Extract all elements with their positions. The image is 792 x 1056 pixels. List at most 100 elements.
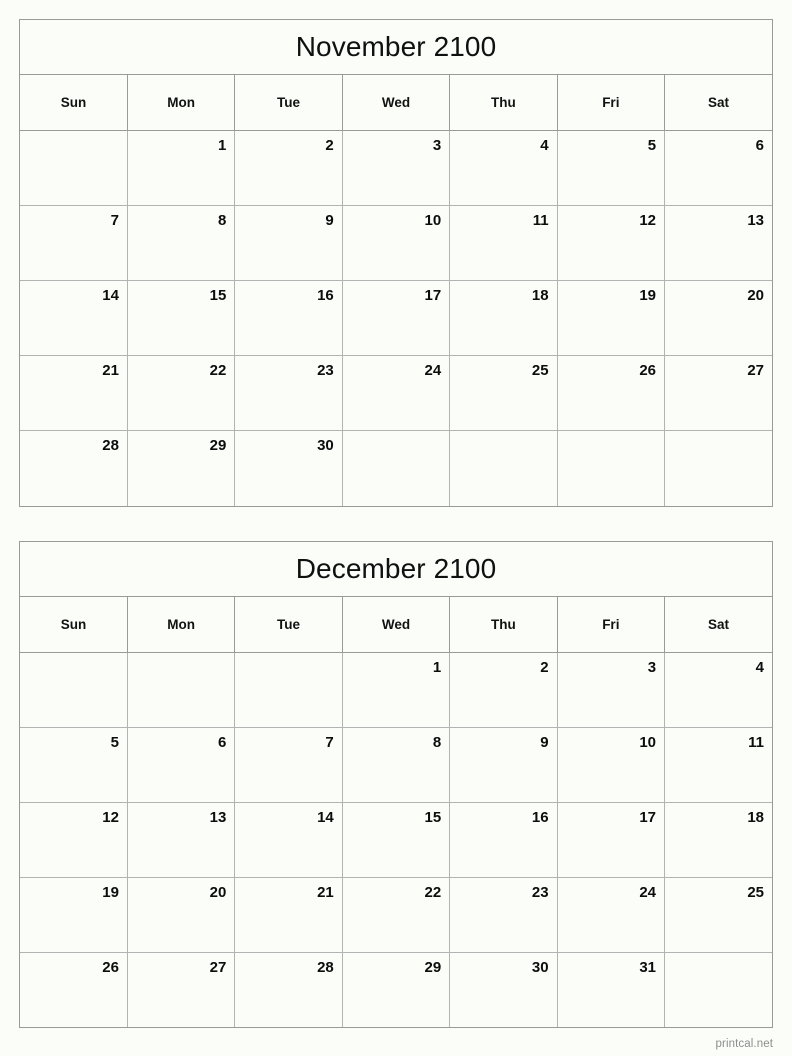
day-cell[interactable]: 4: [449, 130, 558, 206]
day-cell[interactable]: 10: [342, 205, 451, 281]
day-cell[interactable]: 1: [342, 652, 451, 728]
day-number: 12: [102, 808, 119, 826]
day-number: 5: [647, 137, 657, 154]
day-cell[interactable]: 12: [557, 205, 666, 281]
day-number: 25: [747, 883, 764, 901]
day-number: 6: [755, 137, 764, 154]
day-cell[interactable]: 7: [20, 205, 128, 281]
weekday-header-sat: Sat: [664, 596, 772, 653]
day-cell[interactable]: [664, 430, 772, 506]
day-cell[interactable]: 30: [449, 952, 558, 1027]
day-number: 19: [102, 883, 119, 901]
day-number: 4: [540, 137, 549, 154]
day-cell[interactable]: 19: [557, 280, 666, 356]
week-row: 5 6 7 8 9 10 11: [20, 727, 772, 803]
day-cell[interactable]: 24: [557, 877, 666, 953]
day-cell[interactable]: 26: [20, 952, 128, 1027]
weekday-header-row: Sun Mon Tue Wed Thu Fri Sat: [20, 75, 772, 131]
day-number: 31: [639, 958, 657, 976]
day-cell[interactable]: 23: [234, 355, 343, 431]
day-cell[interactable]: 22: [342, 877, 451, 953]
day-cell[interactable]: 27: [127, 952, 236, 1027]
day-cell[interactable]: 5: [557, 130, 666, 206]
day-cell[interactable]: 3: [557, 652, 666, 728]
day-cell[interactable]: 17: [557, 802, 666, 878]
day-cell[interactable]: [234, 652, 343, 728]
day-number: 1: [432, 658, 442, 676]
day-cell[interactable]: 15: [342, 802, 451, 878]
weekday-header-wed: Wed: [342, 75, 451, 131]
week-row: 1 2 3 4 5 6: [20, 130, 772, 206]
day-cell[interactable]: 17: [342, 280, 451, 356]
day-cell[interactable]: 30: [234, 430, 343, 506]
week-row: 28 29 30: [20, 430, 772, 506]
day-cell[interactable]: 14: [20, 280, 128, 356]
day-cell[interactable]: 3: [342, 130, 451, 206]
day-cell[interactable]: [557, 430, 666, 506]
day-cell[interactable]: 18: [664, 802, 772, 878]
day-cell[interactable]: 25: [449, 355, 558, 431]
day-cell[interactable]: 19: [20, 877, 128, 953]
day-number: 8: [218, 212, 227, 229]
day-cell[interactable]: 29: [127, 430, 236, 506]
day-cell[interactable]: 11: [664, 727, 772, 803]
day-cell[interactable]: [664, 952, 772, 1027]
day-cell[interactable]: 21: [20, 355, 128, 431]
day-cell[interactable]: 28: [234, 952, 343, 1027]
day-cell[interactable]: 11: [449, 205, 558, 281]
day-number: 7: [110, 212, 119, 229]
week-row: 26 27 28 29 30 31: [20, 952, 772, 1027]
day-number: 27: [747, 362, 764, 379]
day-cell[interactable]: 25: [664, 877, 772, 953]
day-cell[interactable]: 7: [234, 727, 343, 803]
day-cell[interactable]: 18: [449, 280, 558, 356]
day-cell[interactable]: 26: [557, 355, 666, 431]
day-cell[interactable]: 8: [342, 727, 451, 803]
day-cell[interactable]: [20, 652, 128, 728]
day-cell[interactable]: 8: [127, 205, 236, 281]
day-cell[interactable]: 16: [449, 802, 558, 878]
day-cell[interactable]: 20: [127, 877, 236, 953]
calendar-december: December 2100 Sun Mon Tue Wed Thu Fri Sa…: [19, 540, 773, 1028]
day-cell[interactable]: 5: [20, 727, 128, 803]
day-number: 26: [639, 362, 657, 379]
day-cell[interactable]: 16: [234, 280, 343, 356]
day-cell[interactable]: 10: [557, 727, 666, 803]
day-cell[interactable]: 20: [664, 280, 772, 356]
day-cell[interactable]: 31: [557, 952, 666, 1027]
day-number: 22: [209, 362, 227, 379]
day-cell[interactable]: [20, 130, 128, 206]
day-cell[interactable]: 12: [20, 802, 128, 878]
day-cell[interactable]: 23: [449, 877, 558, 953]
day-cell[interactable]: 2: [234, 130, 343, 206]
day-cell[interactable]: [449, 430, 558, 506]
day-cell[interactable]: 28: [20, 430, 128, 506]
day-cell[interactable]: 27: [664, 355, 772, 431]
day-cell[interactable]: 13: [664, 205, 772, 281]
day-cell[interactable]: 4: [664, 652, 772, 728]
day-cell[interactable]: 15: [127, 280, 236, 356]
day-cell[interactable]: 29: [342, 952, 451, 1027]
day-cell[interactable]: [127, 652, 236, 728]
weekday-header-thu: Thu: [449, 75, 558, 131]
day-cell[interactable]: 13: [127, 802, 236, 878]
day-cell[interactable]: 6: [664, 130, 772, 206]
day-number: 30: [531, 958, 549, 976]
day-number: 23: [531, 883, 549, 901]
day-cell[interactable]: 22: [127, 355, 236, 431]
day-number: 18: [531, 287, 549, 304]
day-number: 9: [540, 733, 549, 751]
day-cell[interactable]: 6: [127, 727, 236, 803]
day-cell[interactable]: 9: [234, 205, 343, 281]
day-cell[interactable]: 1: [127, 130, 236, 206]
day-cell[interactable]: 2: [449, 652, 558, 728]
day-cell[interactable]: 14: [234, 802, 343, 878]
day-cell[interactable]: 9: [449, 727, 558, 803]
day-number: 25: [531, 362, 549, 379]
day-number: 19: [639, 287, 657, 304]
day-cell[interactable]: 24: [342, 355, 451, 431]
day-number: 21: [102, 362, 119, 379]
day-cell[interactable]: [342, 430, 451, 506]
weekday-header-sun: Sun: [20, 596, 128, 653]
day-cell[interactable]: 21: [234, 877, 343, 953]
